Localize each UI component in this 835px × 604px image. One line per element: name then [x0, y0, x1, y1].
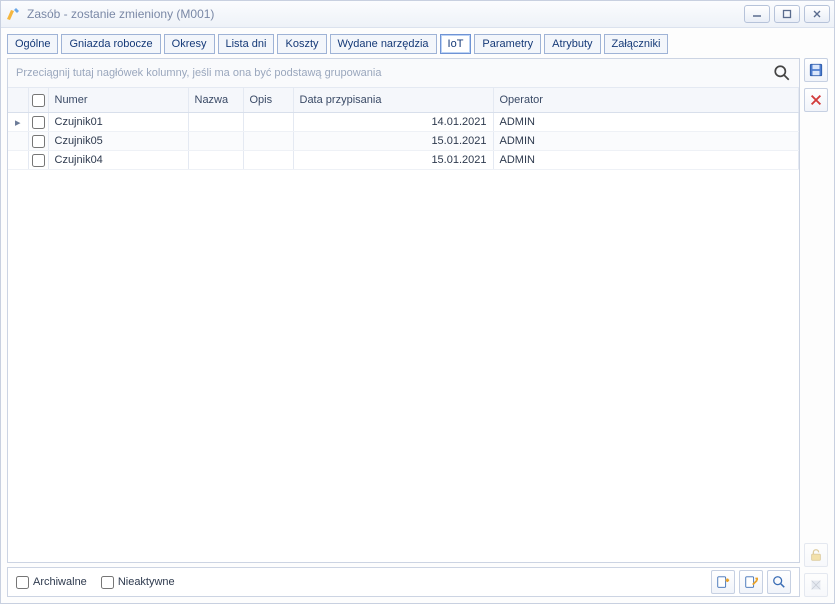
col-nazwa[interactable]: Nazwa	[188, 88, 243, 113]
header-row: Numer Nazwa Opis Data przypisania Operat…	[8, 88, 799, 113]
tab-wydane-narzędzia[interactable]: Wydane narzędzia	[330, 34, 437, 54]
window-buttons	[744, 5, 830, 23]
archiwalne-label: Archiwalne	[33, 576, 87, 588]
unlock-button[interactable]	[804, 543, 828, 567]
app-icon	[5, 6, 21, 22]
cell-numer: Czujnik01	[48, 113, 188, 132]
row-checkbox[interactable]	[32, 135, 45, 148]
row-checkbox-cell[interactable]	[28, 113, 48, 132]
table-row[interactable]: Czujnik04 15.01.2021ADMIN	[8, 151, 799, 170]
side-toolbar	[804, 58, 828, 597]
cell-data: 15.01.2021	[293, 151, 493, 170]
nieaktywne-label: Nieaktywne	[118, 576, 175, 588]
tab-parametry[interactable]: Parametry	[474, 34, 541, 54]
minimize-button[interactable]	[744, 5, 770, 23]
checkbox-header[interactable]	[28, 88, 48, 113]
save-button[interactable]	[804, 58, 828, 82]
cell-operator: ADMIN	[493, 151, 799, 170]
tab-koszty[interactable]: Koszty	[277, 34, 326, 54]
cell-nazwa	[188, 151, 243, 170]
cell-data: 15.01.2021	[293, 132, 493, 151]
cell-opis	[243, 151, 293, 170]
group-by-bar[interactable]: Przeciągnij tutaj nagłówek kolumny, jeśl…	[8, 59, 799, 88]
col-operator[interactable]: Operator	[493, 88, 799, 113]
row-indicator: ▸	[8, 113, 28, 132]
table-row[interactable]: ▸ Czujnik01 14.01.2021ADMIN	[8, 113, 799, 132]
tab-załączniki[interactable]: Załączniki	[604, 34, 669, 54]
tab-iot[interactable]: IoT	[440, 34, 472, 54]
row-checkbox-cell[interactable]	[28, 151, 48, 170]
cell-nazwa	[188, 132, 243, 151]
row-checkbox[interactable]	[32, 154, 45, 167]
cell-nazwa	[188, 113, 243, 132]
archiwalne-checkbox[interactable]: Archiwalne	[16, 576, 87, 589]
archiwalne-input[interactable]	[16, 576, 29, 589]
search-icon[interactable]	[773, 64, 791, 82]
data-grid[interactable]: Numer Nazwa Opis Data przypisania Operat…	[8, 88, 799, 562]
nieaktywne-checkbox[interactable]: Nieaktywne	[101, 576, 175, 589]
group-hint-text: Przeciągnij tutaj nagłówek kolumny, jeśl…	[16, 67, 773, 79]
link-button[interactable]	[739, 570, 763, 594]
window-title: Zasób - zostanie zmieniony (M001)	[27, 7, 744, 21]
tab-ogólne[interactable]: Ogólne	[7, 34, 58, 54]
tab-okresy[interactable]: Okresy	[164, 34, 215, 54]
cell-operator: ADMIN	[493, 132, 799, 151]
cell-numer: Czujnik04	[48, 151, 188, 170]
maximize-button[interactable]	[774, 5, 800, 23]
row-checkbox[interactable]	[32, 116, 45, 129]
nieaktywne-input[interactable]	[101, 576, 114, 589]
cell-operator: ADMIN	[493, 113, 799, 132]
row-indicator	[8, 151, 28, 170]
bottom-bar: Archiwalne Nieaktywne	[7, 567, 800, 597]
tab-atrybuty[interactable]: Atrybuty	[544, 34, 600, 54]
delete-button[interactable]	[804, 88, 828, 112]
titlebar: Zasób - zostanie zmieniony (M001)	[1, 1, 834, 28]
window: { "window": { "title": "Zasób - zostanie…	[0, 0, 835, 604]
add-button[interactable]	[711, 570, 735, 594]
col-opis[interactable]: Opis	[243, 88, 293, 113]
col-numer[interactable]: Numer	[48, 88, 188, 113]
cell-numer: Czujnik05	[48, 132, 188, 151]
tab-gniazda-robocze[interactable]: Gniazda robocze	[61, 34, 160, 54]
cell-opis	[243, 132, 293, 151]
row-indicator-header	[8, 88, 28, 113]
table-row[interactable]: Czujnik05 15.01.2021ADMIN	[8, 132, 799, 151]
select-all-checkbox[interactable]	[32, 94, 45, 107]
cell-data: 14.01.2021	[293, 113, 493, 132]
tab-bar: OgólneGniazda roboczeOkresyLista dniKosz…	[7, 34, 828, 54]
row-checkbox-cell[interactable]	[28, 132, 48, 151]
patch-button[interactable]	[804, 573, 828, 597]
close-button[interactable]	[804, 5, 830, 23]
grid-panel: Przeciągnij tutaj nagłówek kolumny, jeśl…	[7, 58, 800, 563]
row-indicator	[8, 132, 28, 151]
col-data[interactable]: Data przypisania	[293, 88, 493, 113]
preview-button[interactable]	[767, 570, 791, 594]
cell-opis	[243, 113, 293, 132]
tab-lista-dni[interactable]: Lista dni	[218, 34, 275, 54]
